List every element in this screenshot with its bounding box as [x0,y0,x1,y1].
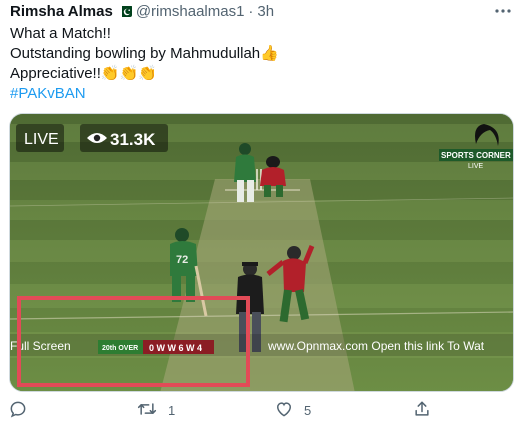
tweet-line-1: What a Match!! [10,25,111,42]
channel-logo-text: SPORTS CORNER [441,151,511,160]
video-player[interactable]: 72 LIVE 31.3K SPORTS CORNER LIVE Full Sc… [9,113,514,392]
over-balls: 0 W W 6 W 4 [149,343,202,353]
heart-icon [274,399,294,422]
channel-live-label: LIVE [468,163,484,170]
retweet-count: 1 [168,402,176,418]
separator-dot: · [248,2,254,20]
like-button[interactable]: 5 [274,398,311,422]
action-bar: 1 5 [0,398,525,422]
reply-icon [8,399,28,422]
pakistan-flag-icon [117,5,132,17]
tweet-text: What a Match!! Outstanding bowling by Ma… [10,24,279,104]
tweet-line-3: Appreciative!!👏👏👏 [10,65,157,82]
like-count: 5 [304,402,312,418]
author-handle[interactable]: @rimshaalmas1 [136,3,245,20]
reply-button[interactable] [8,398,38,422]
timestamp[interactable]: 3h [257,3,274,20]
tweet[interactable]: Rimsha Almas @rimshaalmas1 · 3h What a M… [0,0,525,427]
more-options-icon[interactable] [493,2,513,25]
author-name[interactable]: Rimsha Almas [10,3,113,20]
live-label: LIVE [24,131,59,148]
retweet-button[interactable]: 1 [136,398,175,422]
tweet-header: Rimsha Almas @rimshaalmas1 · 3h [10,2,274,20]
jersey-number: 72 [176,254,188,266]
view-count: 31.3K [110,130,156,149]
over-label: 20th OVER [102,345,138,352]
ticker-right-text: www.Opnmax.com Open this link To Wat [267,339,485,353]
tweet-line-2: Outstanding bowling by Mahmudullah👍 [10,45,279,62]
hashtag-link[interactable]: #PAKvBAN [10,84,279,104]
retweet-icon [136,399,158,422]
share-icon [412,399,432,422]
share-button[interactable] [412,398,432,422]
